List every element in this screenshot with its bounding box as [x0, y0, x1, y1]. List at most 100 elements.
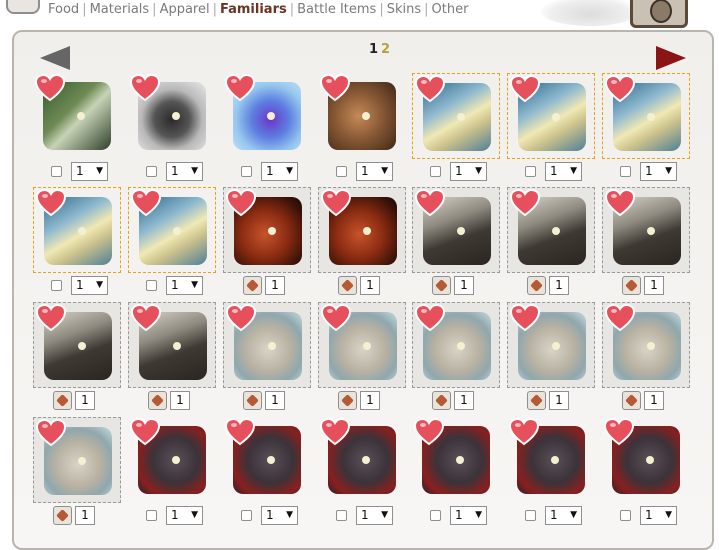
item-frame[interactable]: [33, 187, 121, 273]
inventory-item[interactable]: 1: [223, 187, 311, 301]
quantity-dropdown[interactable]: 1 ▼: [640, 506, 677, 525]
quantity-dropdown[interactable]: 1 ▼: [261, 162, 298, 181]
favorite-heart-icon[interactable]: [36, 189, 66, 217]
quantity-dropdown[interactable]: 1 ▼: [640, 162, 677, 181]
favorite-heart-icon[interactable]: [510, 304, 540, 332]
item-frame[interactable]: [318, 302, 406, 388]
item-frame[interactable]: [602, 417, 690, 503]
favorite-heart-icon[interactable]: [320, 74, 350, 102]
favorite-heart-icon[interactable]: [226, 189, 256, 217]
favorite-heart-icon[interactable]: [510, 75, 540, 103]
item-frame[interactable]: [412, 302, 500, 388]
next-page-arrow-icon[interactable]: [656, 46, 686, 70]
favorite-heart-icon[interactable]: [509, 418, 539, 446]
vault-icon[interactable]: [630, 0, 688, 28]
favorite-heart-icon[interactable]: [415, 75, 445, 103]
select-checkbox[interactable]: [525, 166, 536, 177]
item-frame[interactable]: [507, 73, 595, 159]
favorite-heart-icon[interactable]: [131, 189, 161, 217]
inventory-item[interactable]: 1 ▼: [223, 417, 311, 531]
inventory-item[interactable]: 1 ▼: [602, 73, 690, 187]
bestiary-bonus-icon[interactable]: [148, 391, 167, 410]
select-checkbox[interactable]: [430, 166, 441, 177]
favorite-heart-icon[interactable]: [225, 418, 255, 446]
select-checkbox[interactable]: [430, 510, 441, 521]
bestiary-bonus-icon[interactable]: [243, 276, 262, 295]
select-checkbox[interactable]: [241, 510, 252, 521]
bestiary-bonus-icon[interactable]: [338, 391, 357, 410]
select-checkbox[interactable]: [51, 166, 62, 177]
favorite-heart-icon[interactable]: [415, 189, 445, 217]
inventory-item[interactable]: 1: [128, 302, 216, 416]
item-frame[interactable]: [507, 187, 595, 273]
inventory-item[interactable]: 1 ▼: [507, 417, 595, 531]
item-frame[interactable]: [507, 417, 595, 503]
item-frame[interactable]: [223, 187, 311, 273]
previous-page-arrow-icon[interactable]: [40, 46, 70, 70]
quantity-dropdown[interactable]: 1 ▼: [166, 506, 203, 525]
inventory-item[interactable]: 1 ▼: [507, 73, 595, 187]
quantity-dropdown[interactable]: 1 ▼: [450, 506, 487, 525]
select-checkbox[interactable]: [241, 166, 252, 177]
quantity-dropdown[interactable]: 1 ▼: [545, 162, 582, 181]
quantity-dropdown[interactable]: 1 ▼: [450, 162, 487, 181]
inventory-item[interactable]: 1: [33, 417, 121, 531]
favorite-heart-icon[interactable]: [321, 304, 351, 332]
tab-apparel[interactable]: Apparel: [160, 2, 210, 17]
favorite-heart-icon[interactable]: [604, 418, 634, 446]
favorite-heart-icon[interactable]: [131, 304, 161, 332]
favorite-heart-icon[interactable]: [415, 304, 445, 332]
select-checkbox[interactable]: [51, 280, 62, 291]
quantity-dropdown[interactable]: 1 ▼: [71, 162, 108, 181]
page-link-2[interactable]: 2: [381, 42, 390, 57]
bestiary-bonus-icon[interactable]: [622, 391, 641, 410]
tab-food[interactable]: Food: [48, 2, 79, 17]
item-frame[interactable]: [318, 187, 406, 273]
item-frame[interactable]: [318, 417, 406, 503]
bestiary-bonus-icon[interactable]: [527, 391, 546, 410]
bestiary-bonus-icon[interactable]: [527, 276, 546, 295]
favorite-heart-icon[interactable]: [35, 74, 65, 102]
inventory-item[interactable]: 1: [223, 302, 311, 416]
favorite-heart-icon[interactable]: [225, 74, 255, 102]
inventory-item[interactable]: 1 ▼: [318, 73, 406, 187]
quantity-dropdown[interactable]: 1 ▼: [545, 506, 582, 525]
quantity-dropdown[interactable]: 1 ▼: [356, 506, 393, 525]
quantity-dropdown[interactable]: 1 ▼: [261, 506, 298, 525]
item-frame[interactable]: [128, 417, 216, 503]
inventory-item[interactable]: 1 ▼: [318, 417, 406, 531]
inventory-item[interactable]: 1: [318, 302, 406, 416]
inventory-item[interactable]: 1: [318, 187, 406, 301]
select-checkbox[interactable]: [146, 510, 157, 521]
item-frame[interactable]: [33, 73, 121, 159]
tab-other[interactable]: Other: [432, 2, 469, 17]
select-checkbox[interactable]: [146, 166, 157, 177]
favorite-heart-icon[interactable]: [605, 304, 635, 332]
item-frame[interactable]: [128, 302, 216, 388]
inventory-item[interactable]: 1 ▼: [128, 417, 216, 531]
select-checkbox[interactable]: [336, 510, 347, 521]
bestiary-bonus-icon[interactable]: [338, 276, 357, 295]
item-frame[interactable]: [602, 302, 690, 388]
favorite-heart-icon[interactable]: [130, 418, 160, 446]
inventory-item[interactable]: 1 ▼: [602, 417, 690, 531]
tab-battle-items[interactable]: Battle Items: [297, 2, 376, 17]
favorite-heart-icon[interactable]: [36, 419, 66, 447]
bestiary-bonus-icon[interactable]: [432, 391, 451, 410]
item-frame[interactable]: [33, 417, 121, 503]
favorite-heart-icon[interactable]: [605, 189, 635, 217]
item-frame[interactable]: [33, 302, 121, 388]
favorite-heart-icon[interactable]: [605, 75, 635, 103]
inventory-item[interactable]: 1: [602, 187, 690, 301]
inventory-item[interactable]: 1: [412, 187, 500, 301]
favorite-heart-icon[interactable]: [226, 304, 256, 332]
favorite-heart-icon[interactable]: [510, 189, 540, 217]
favorite-heart-icon[interactable]: [36, 304, 66, 332]
bestiary-bonus-icon[interactable]: [432, 276, 451, 295]
select-checkbox[interactable]: [336, 166, 347, 177]
quantity-dropdown[interactable]: 1 ▼: [166, 276, 203, 295]
item-frame[interactable]: [507, 302, 595, 388]
inventory-item[interactable]: 1 ▼: [223, 73, 311, 187]
inventory-item[interactable]: 1 ▼: [128, 187, 216, 301]
item-frame[interactable]: [602, 73, 690, 159]
